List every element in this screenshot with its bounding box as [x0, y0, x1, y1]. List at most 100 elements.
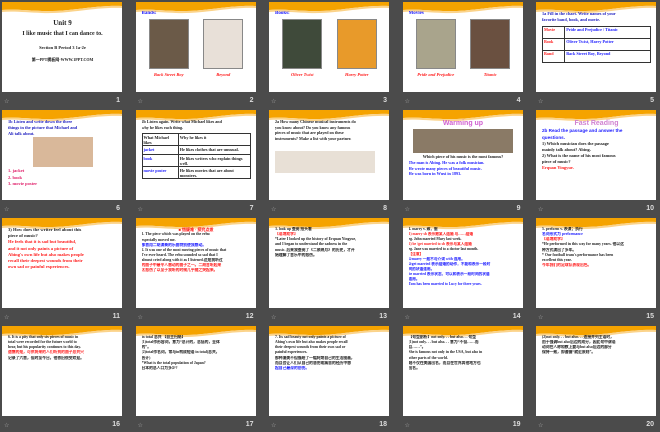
slide-footer: ☆ 13	[269, 310, 389, 324]
picture	[203, 19, 244, 69]
slide-thumbnail[interactable]: 【句型剖析】not only. . . but also. . . 句型 (1)n…	[402, 326, 523, 416]
slide-cell: 3) How does the writer feel about this pi…	[2, 218, 122, 321]
transition-star-icon[interactable]: ☆	[138, 314, 143, 321]
slide-content: 3. look up 查阅 抬头看 【语境助学】 *Later I looked u…	[275, 227, 384, 305]
slide-footer: ☆ 1	[2, 94, 122, 108]
slide-number: 6	[116, 205, 120, 212]
slide-content: ■ 悟疑难 · 探究点拨 1. The piece which was playe…	[142, 227, 251, 305]
slide-content: Unit 9 I like music that I can dance to. S…	[8, 11, 117, 89]
text-line: Unit 9	[53, 19, 72, 27]
text-line: own sad or painful experiences.	[8, 264, 70, 270]
transition-star-icon[interactable]: ☆	[271, 98, 276, 105]
slide-footer: ☆ 17	[136, 418, 256, 432]
slide-cell: Books: Oliver Twist Harry Potter ☆ 3	[269, 2, 389, 105]
slide-number: 12	[245, 313, 254, 320]
text-line: 保持一致，即遵循“就近原则”。	[542, 350, 596, 355]
slide-cell: Unit 9 I like music that I can dance to. S…	[2, 2, 122, 105]
slide-content: 1a Fill in the chart. Write names of you…	[541, 11, 651, 89]
slide-content: 1b Listen and write down the three things…	[8, 119, 117, 197]
slide-picture	[275, 151, 375, 174]
transition-star-icon[interactable]: ☆	[405, 314, 410, 321]
slide-thumbnail[interactable]: Movies Pride and Prejudice Titanic	[402, 2, 523, 92]
table-cell: book	[141, 154, 179, 168]
image-row: Back Street Boy Beyond	[142, 19, 251, 78]
transition-star-icon[interactable]: ☆	[271, 422, 276, 429]
transition-star-icon[interactable]: ☆	[4, 314, 9, 321]
slide-footer: ☆ 6	[2, 202, 122, 216]
slide-thumbnail[interactable]: 1b Listen and write down the three things…	[2, 110, 122, 200]
text-line: Erquan Yingyue.	[542, 164, 574, 170]
transition-star-icon[interactable]: ☆	[405, 422, 410, 429]
slide-cell: 3. look up 查阅 抬头看 【语境助学】 *Later I looked u…	[269, 218, 389, 321]
transition-star-icon[interactable]: ☆	[538, 98, 543, 105]
slide-thumbnail[interactable]: 5. perform v. 表演；执行 名词形式为 performance 【语境助…	[536, 218, 656, 308]
slide-title: Books:	[275, 11, 290, 16]
slide-number: 15	[646, 313, 654, 320]
slide-number: 20	[646, 421, 654, 428]
slide-cell: 1b Listen and write down the three things…	[2, 110, 122, 213]
text-line: 记录了六首，但时至今日，他依旧很受欢迎。	[8, 355, 84, 360]
table-cell: Band	[541, 49, 566, 63]
slide-thumbnail[interactable]: 1a Fill in the chart. Write names of you…	[536, 2, 656, 92]
slide-thumbnail[interactable]: ■ 悟疑难 · 探究点拨 1. The piece which was playe…	[135, 218, 256, 308]
slide-cell: Warming up Which piece of his music is th…	[402, 110, 523, 213]
slide-thumbnail[interactable]: Unit 9 I like music that I can dance to. S…	[2, 2, 122, 92]
slide-content: 【句型剖析】not only. . . but also. . . 句型 (1)n…	[409, 335, 518, 413]
transition-star-icon[interactable]: ☆	[271, 206, 276, 213]
transition-star-icon[interactable]: ☆	[4, 422, 9, 429]
image-caption: Harry Potter	[344, 72, 369, 77]
transition-star-icon[interactable]: ☆	[405, 98, 410, 105]
slide-number: 19	[512, 421, 521, 428]
slide-number: 5	[650, 97, 654, 104]
text-line: Tom has been married to Lucy for three y…	[408, 282, 482, 286]
slide-image: Oliver Twist	[282, 19, 323, 78]
slide-footer: ☆ 20	[536, 418, 656, 432]
slide-image: Titanic	[470, 19, 511, 78]
slide-thumbnail[interactable]: (2)not only. . . but also. . . 连接并列主语时，由…	[536, 326, 656, 416]
slide-sorter-grid: Unit 9 I like music that I can dance to. S…	[2, 2, 656, 429]
slide-footer: ☆ 14	[403, 310, 523, 324]
slide-thumbnail[interactable]: in total 总共 【自主归纳】 (1)total作形容词，意为“总计的，总括…	[135, 326, 256, 416]
transition-star-icon[interactable]: ☆	[138, 98, 143, 105]
slide-thumbnail[interactable]: 7. Its sad beauty not only paints a pict…	[269, 326, 389, 416]
slide-thumbnail[interactable]: Books: Oliver Twist Harry Potter	[269, 2, 389, 92]
slide-content: 2b Listen again. Write what Michael like…	[141, 119, 251, 197]
text-line: Section B Period 3 1a-2e	[39, 44, 86, 50]
slide-thumbnail[interactable]: Warming up Which piece of his music is th…	[402, 110, 523, 200]
transition-star-icon[interactable]: ☆	[538, 314, 543, 321]
transition-star-icon[interactable]: ☆	[538, 206, 543, 213]
slide-thumbnail[interactable]: Bands: Back Street Boy Beyond	[135, 2, 256, 92]
slide-footer: ☆ 3	[269, 94, 389, 108]
image-caption: Titanic	[483, 72, 497, 77]
slide-thumbnail[interactable]: 3) How does the writer feel about this pi…	[2, 218, 122, 308]
slide-thumbnail[interactable]: 3. look up 查阅 抬头看 【语境助学】 *Later I looked u…	[269, 218, 389, 308]
transition-star-icon[interactable]: ☆	[538, 422, 543, 429]
slide-number: 11	[112, 313, 120, 320]
transition-star-icon[interactable]: ☆	[4, 98, 9, 105]
transition-star-icon[interactable]: ☆	[271, 314, 276, 321]
slide-number: 13	[379, 313, 387, 320]
transition-star-icon[interactable]: ☆	[138, 422, 143, 429]
slide-image: Beyond	[203, 19, 244, 78]
table-cell: He likes clothes that are unusual.	[177, 145, 251, 156]
transition-star-icon[interactable]: ☆	[138, 206, 143, 213]
transition-star-icon[interactable]: ☆	[405, 206, 410, 213]
table-cell: He likes writers who explain things well…	[177, 154, 251, 168]
slide-cell: (2)not only. . . but also. . . 连接并列主语时，由…	[536, 326, 656, 429]
picture	[470, 19, 511, 69]
slide-number: 18	[379, 421, 387, 428]
answer-table: Movie Pride and Prejudice / Titanic Book Ol…	[541, 25, 651, 63]
slide-footer: ☆ 9	[403, 202, 523, 216]
slide-thumbnail[interactable]: 2b Listen again. Write what Michael like…	[135, 110, 256, 200]
slide-image: Harry Potter	[336, 19, 377, 78]
slide-thumbnail[interactable]: Fast Reading 2b Read the passage and answ…	[536, 110, 656, 200]
slide-thumbnail[interactable]: 2a How many Chinese musical instruments …	[269, 110, 389, 200]
slide-thumbnail[interactable]: 6. It is a pity that only six pieces of …	[2, 326, 122, 416]
slide-number: 9	[516, 205, 521, 212]
slide-thumbnail[interactable]: 4. marry v. 嫁，娶 1) marry sb 表示跟某人结婚 与……结婚…	[402, 218, 523, 308]
slide-content: Warming up Which piece of his music is th…	[409, 119, 518, 197]
slide-footer: ☆ 15	[536, 310, 656, 324]
slide-cell: 2b Listen again. Write what Michael like…	[135, 110, 256, 213]
transition-star-icon[interactable]: ☆	[4, 206, 9, 213]
slide-footer: ☆ 2	[136, 94, 256, 108]
